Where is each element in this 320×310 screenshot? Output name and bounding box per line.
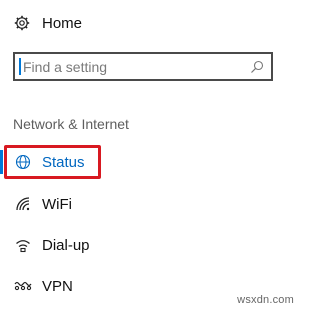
sidebar-item-dialup[interactable]: Dial-up — [0, 229, 300, 261]
vpn-icon — [14, 277, 32, 295]
globe-icon — [14, 153, 32, 171]
sidebar-item-label: WiFi — [42, 195, 72, 213]
sidebar-item-status[interactable]: Status — [0, 146, 300, 178]
home-label: Home — [42, 14, 83, 32]
gear-icon — [14, 15, 30, 31]
watermark: wsxdn.com — [237, 294, 294, 306]
home-nav-item[interactable]: Home — [14, 12, 82, 34]
sidebar-item-label: Status — [42, 153, 85, 171]
search-icon[interactable] — [247, 57, 267, 77]
sidebar-item-label: Dial-up — [42, 236, 90, 254]
search-input[interactable] — [21, 54, 247, 79]
dialup-icon — [14, 236, 32, 254]
sidebar-item-label: VPN — [42, 277, 73, 295]
section-heading: Network & Internet — [13, 116, 129, 132]
sidebar-item-wifi[interactable]: WiFi — [0, 188, 300, 220]
selection-indicator — [0, 150, 3, 174]
wifi-icon — [14, 195, 32, 213]
search-box[interactable] — [13, 52, 273, 81]
